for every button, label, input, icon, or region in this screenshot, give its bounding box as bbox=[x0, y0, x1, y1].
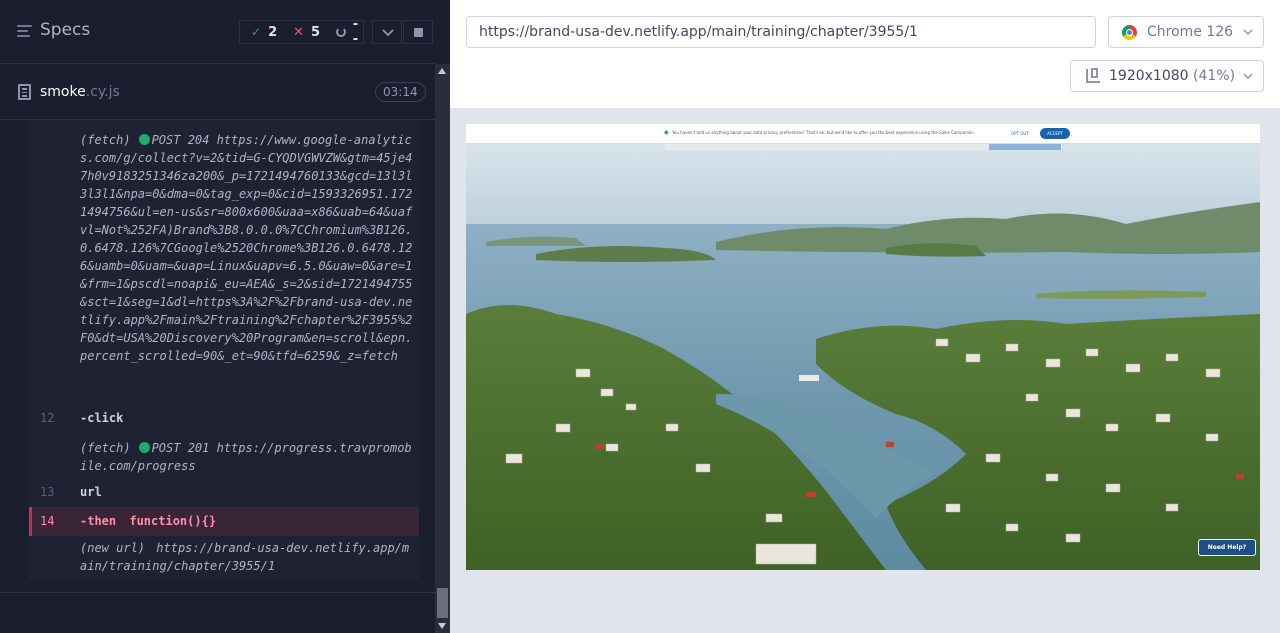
log-url: https://www.google-analytics.com/g/colle… bbox=[80, 133, 413, 363]
opt-out-link[interactable]: OPT OUT bbox=[1011, 131, 1029, 136]
failed-stat: ✕ 5 bbox=[293, 25, 320, 40]
chevron-down-icon bbox=[1243, 73, 1253, 80]
stop-icon bbox=[414, 28, 423, 37]
document-icon bbox=[18, 84, 31, 100]
stop-button[interactable] bbox=[403, 20, 433, 44]
ruler-icon bbox=[1086, 68, 1100, 83]
log-method: POST 204 bbox=[151, 133, 210, 147]
status-dot-icon bbox=[138, 134, 150, 145]
command-log-footer bbox=[0, 592, 435, 633]
passed-stat: ✓ 2 bbox=[251, 25, 277, 40]
chevron-down-icon bbox=[1243, 29, 1253, 36]
spec-file-row[interactable]: smoke.cy.js 03:14 bbox=[0, 65, 435, 120]
menu-icon[interactable] bbox=[17, 25, 32, 38]
cookie-consent-banner: ◆ You haven't told us anything about you… bbox=[466, 124, 1260, 144]
command-log: (fetch) POST 204 https://www.google-analy… bbox=[0, 120, 435, 592]
scroll-up-icon[interactable] bbox=[438, 68, 446, 74]
log-scrollbar[interactable] bbox=[435, 64, 450, 633]
log-entry-fetch[interactable]: (fetch) POST 204 https://www.google-analy… bbox=[29, 131, 419, 401]
pending-stat: -- bbox=[336, 17, 363, 47]
cookie-banner-shadow bbox=[665, 144, 1062, 150]
log-command: -then bbox=[80, 514, 117, 528]
passed-count: 2 bbox=[268, 24, 278, 40]
log-entry-new-url[interactable]: (new url) https://brand-usa-dev.netlify.… bbox=[29, 539, 419, 575]
failed-count: 5 bbox=[311, 24, 321, 40]
log-entry-then-failed[interactable]: 14 -then function(){} bbox=[29, 507, 419, 536]
aut-panel: https://brand-usa-dev.netlify.app/main/t… bbox=[450, 0, 1280, 633]
log-prefix: (new url) bbox=[80, 541, 146, 555]
url-bar[interactable]: https://brand-usa-dev.netlify.app/main/t… bbox=[466, 16, 1096, 48]
aut-toolbar: https://brand-usa-dev.netlify.app/main/t… bbox=[450, 0, 1280, 108]
log-entry-url[interactable]: 13 url bbox=[29, 483, 419, 501]
log-entry-fetch[interactable]: (fetch) POST 201 https://progress.travpro… bbox=[29, 439, 419, 475]
app-under-test-frame[interactable]: ◆ You haven't told us anything about you… bbox=[466, 124, 1260, 570]
test-stats: ✓ 2 ✕ 5 -- bbox=[239, 17, 364, 47]
spec-name: smoke.cy.js bbox=[40, 84, 120, 100]
log-number: 13 bbox=[40, 485, 55, 499]
log-number: 14 bbox=[40, 514, 55, 528]
pending-count: -- bbox=[352, 17, 359, 47]
viewport-zoom: (41%) bbox=[1193, 68, 1236, 84]
spec-extension: .cy.js bbox=[85, 84, 120, 100]
browser-selector[interactable]: Chrome 126 bbox=[1108, 16, 1264, 48]
log-argument: function(){} bbox=[129, 514, 217, 528]
viewport-selector[interactable]: 1920x1080 (41%) bbox=[1070, 60, 1264, 92]
chrome-icon bbox=[1122, 25, 1137, 40]
command-log-panel: Specs ✓ 2 ✕ 5 -- smoke.cy.js 03:14 (fetc… bbox=[0, 0, 450, 633]
log-method: POST 201 bbox=[151, 441, 210, 455]
scroll-down-icon[interactable] bbox=[438, 623, 446, 629]
log-command: -click bbox=[80, 411, 124, 425]
status-dot-icon bbox=[138, 442, 150, 453]
log-prefix: (fetch) bbox=[80, 441, 131, 455]
options-dropdown-button[interactable] bbox=[372, 20, 402, 44]
specs-title[interactable]: Specs bbox=[40, 20, 90, 40]
spec-duration: 03:14 bbox=[375, 82, 426, 102]
browser-name: Chrome 126 bbox=[1147, 24, 1234, 40]
viewport-size: 1920x1080 bbox=[1109, 68, 1189, 84]
log-prefix: (fetch) bbox=[80, 133, 131, 147]
scroll-thumb[interactable] bbox=[437, 588, 448, 618]
pending-spinner-icon bbox=[336, 27, 346, 37]
cookie-message: You haven't told us anything about your … bbox=[672, 130, 976, 135]
shield-icon: ◆ bbox=[664, 129, 669, 136]
island-aerial-photo bbox=[466, 124, 1260, 570]
x-icon: ✕ bbox=[293, 24, 305, 40]
chevron-down-icon bbox=[382, 29, 394, 37]
check-icon: ✓ bbox=[251, 25, 262, 39]
need-help-button[interactable]: Need Help? bbox=[1198, 539, 1256, 556]
log-number: 12 bbox=[40, 411, 55, 425]
accept-button[interactable]: ACCEPT bbox=[1040, 128, 1070, 139]
specs-header: Specs ✓ 2 ✕ 5 -- bbox=[0, 0, 435, 64]
log-entry-click[interactable]: 12 -click bbox=[29, 409, 419, 427]
log-command: url bbox=[80, 485, 102, 499]
